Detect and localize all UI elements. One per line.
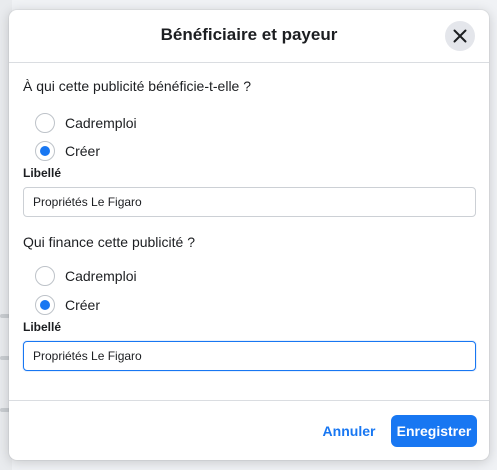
cancel-button[interactable]: Annuler: [319, 416, 379, 446]
beneficiary-field-label: Libellé: [23, 166, 62, 180]
save-button[interactable]: Enregistrer: [391, 415, 477, 447]
radio-label: Créer: [65, 297, 101, 313]
payer-input[interactable]: [23, 341, 476, 371]
dialog-title: Bénéficiaire et payeur: [160, 25, 338, 44]
beneficiary-input[interactable]: [23, 187, 476, 217]
radio-button-selected[interactable]: [35, 141, 55, 161]
radio-button[interactable]: [35, 266, 55, 286]
payer-question: Qui finance cette publicité ?: [23, 234, 195, 250]
radio-label: Cadremploi: [65, 268, 137, 284]
radio-button[interactable]: [35, 113, 55, 133]
close-button[interactable]: [445, 21, 475, 51]
payer-field-label: Libellé: [23, 320, 62, 334]
dialog-header: Bénéficiaire et payeur: [9, 10, 489, 63]
radio-label: Cadremploi: [65, 115, 137, 131]
close-icon: [453, 29, 467, 43]
radio-label: Créer: [65, 143, 101, 159]
beneficiary-question: À qui cette publicité bénéficie-t-elle ?: [23, 78, 252, 94]
beneficiary-payer-dialog: Bénéficiaire et payeur À qui cette publi…: [9, 10, 489, 460]
dialog-footer: Annuler Enregistrer: [9, 400, 489, 460]
radio-button-selected[interactable]: [35, 295, 55, 315]
